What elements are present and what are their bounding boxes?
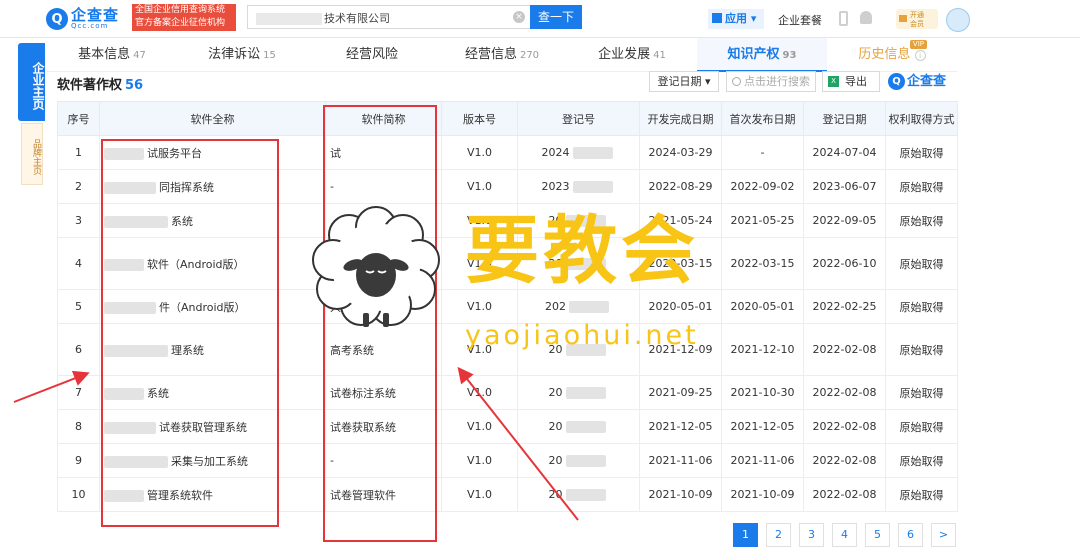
watermark-text: 要教会: [465, 208, 699, 294]
sheep-mascot-icon: [312, 206, 440, 327]
arrow-to-full-name: [13, 370, 90, 403]
arrow-to-short-name: [457, 366, 579, 521]
watermark-url: yaojiaohui.net: [465, 320, 699, 351]
